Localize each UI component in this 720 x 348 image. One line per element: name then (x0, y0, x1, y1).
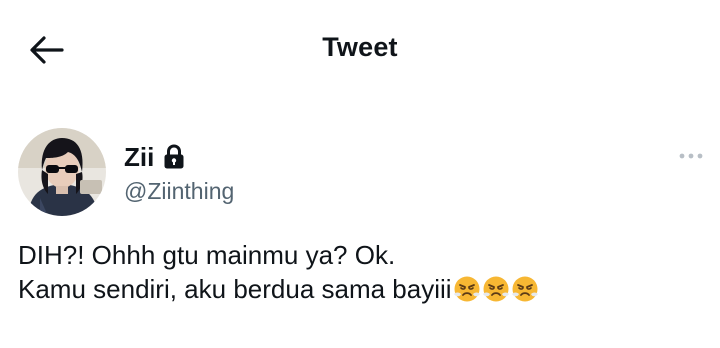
tweet-text-line-2-text: Kamu sendiri, aku berdua sama bayiii (18, 274, 452, 304)
face-with-steam-from-nose-icon (511, 275, 539, 303)
display-name: Zii (124, 142, 155, 172)
avatar-photo (18, 128, 106, 216)
avatar[interactable] (18, 128, 106, 216)
face-with-steam-from-nose-icon (482, 275, 510, 303)
author-name-row[interactable]: Zii (124, 140, 185, 174)
more-options-button[interactable] (676, 148, 706, 164)
tweet-text-line-2: Kamu sendiri, aku berdua sama bayiii (18, 272, 708, 306)
page-title: Tweet (322, 32, 398, 62)
user-handle[interactable]: @Ziinthing (124, 178, 234, 205)
lock-icon (163, 144, 185, 170)
top-bar: Tweet (0, 0, 720, 100)
tweet-text-line-1: DIH?! Ohhh gtu mainmu ya? Ok. (18, 240, 396, 270)
face-with-steam-from-nose-icon (453, 275, 481, 303)
tweet-text: DIH?! Ohhh gtu mainmu ya? Ok. Kamu sendi… (18, 238, 708, 306)
ellipsis-icon (679, 153, 703, 159)
